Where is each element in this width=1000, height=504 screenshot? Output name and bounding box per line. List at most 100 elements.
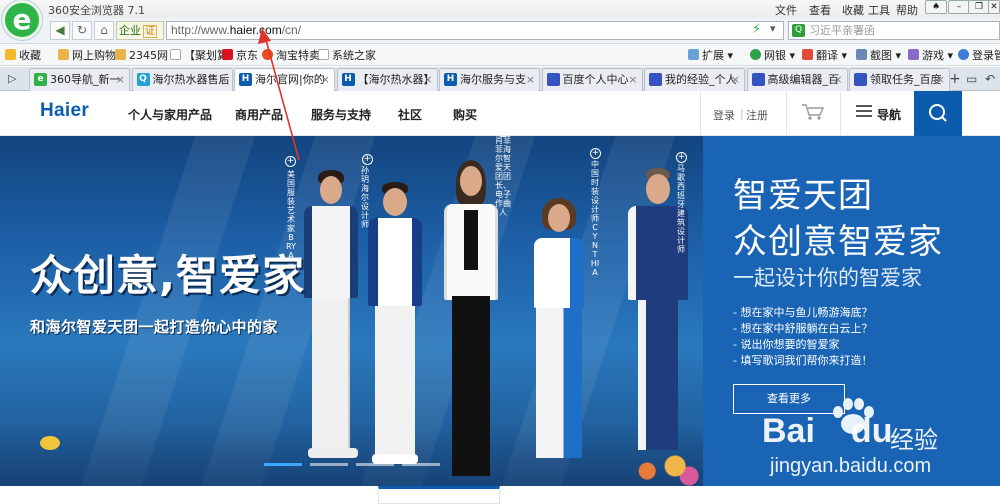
slide-dot-4[interactable] [402, 463, 440, 466]
sidebar-toggle-icon[interactable]: ▷ [8, 72, 16, 85]
person-cynthia [528, 186, 590, 486]
baidu-watermark: Bai du [762, 412, 892, 451]
maximize-icon[interactable]: ❐ [968, 0, 990, 14]
menu-tools[interactable]: 工具 [868, 2, 890, 18]
app-title: 360安全浏览器 7.1 [48, 4, 145, 17]
url-input[interactable]: http://www.haier.com/cn/ [166, 21, 784, 40]
home-icon[interactable]: ⌂ [94, 21, 114, 40]
panel-subtitle: 一起设计你的智爱家 [733, 266, 922, 290]
new-tab-icon[interactable]: + [949, 71, 961, 87]
menu-help[interactable]: 帮助 [896, 2, 918, 18]
tab-9[interactable]: 🐾 领取任务_百度 × [849, 68, 950, 91]
folder-icon [58, 49, 69, 60]
nav-community[interactable]: 社区 [398, 106, 422, 123]
page-icon [170, 49, 181, 60]
tab-8[interactable]: 🐾 高级编辑器_百 × [746, 68, 848, 91]
fav-2345[interactable]: 2345网 [115, 47, 168, 63]
site-search-button[interactable] [914, 91, 962, 136]
gamepad-icon [908, 49, 919, 60]
tab-label: 我的经验_个人 [665, 73, 737, 86]
dropdown-icon[interactable]: ▾ [770, 22, 776, 35]
slide-dot-1[interactable] [264, 463, 302, 466]
nav-service-support[interactable]: 服务与支持 [311, 106, 371, 123]
tab-close-icon[interactable]: × [833, 69, 842, 90]
fav-collect[interactable]: 收藏 [5, 47, 41, 63]
tab-close-icon[interactable]: × [628, 69, 637, 90]
fav-translate[interactable]: 翻译 ▾ [802, 47, 847, 63]
lightning-icon[interactable]: ⚡ [752, 22, 761, 37]
undo-close-icon[interactable]: ↶ [985, 72, 995, 86]
nav-buy[interactable]: 购买 [453, 106, 477, 123]
fav-shopping[interactable]: 网上购物 [58, 47, 116, 63]
star-icon [5, 49, 16, 60]
plus-icon[interactable]: + [590, 148, 601, 159]
tab-3[interactable]: H 海尔官网|你的 × [234, 68, 335, 92]
slide-dot-3[interactable] [356, 463, 394, 466]
enterprise-label: 企业 [119, 24, 141, 37]
bottom-tab[interactable] [378, 486, 500, 504]
plus-icon[interactable]: + [676, 152, 687, 163]
search-engine-icon[interactable]: Q [792, 24, 805, 37]
refresh-icon[interactable]: ↻ [72, 21, 92, 40]
menu-lines-icon[interactable] [856, 104, 872, 118]
search-placeholder: 习近平亲署函 [809, 24, 875, 37]
tab-2[interactable]: Q 海尔热水器售后 × [131, 68, 233, 91]
fav-games[interactable]: 游戏 ▾ [908, 47, 953, 63]
nav-commercial[interactable]: 商用产品 [235, 106, 283, 123]
puzzle-icon [688, 49, 699, 60]
restore-tab-icon[interactable]: ▭ [966, 72, 977, 86]
tab-favicon-icon: 🐾 [854, 73, 867, 86]
search-icon [929, 104, 947, 122]
nav-home-products[interactable]: 个人与家用产品 [128, 106, 212, 123]
fav-jd[interactable]: 京东 [222, 47, 258, 63]
fav-taobao[interactable]: 淘宝特卖 [262, 47, 320, 63]
tab-favicon-icon: e [34, 73, 47, 86]
haier-logo[interactable]: Haier [40, 100, 89, 122]
coral-decoration [610, 436, 703, 486]
tab-close-icon[interactable]: × [731, 69, 740, 90]
plus-icon[interactable]: + [362, 154, 373, 165]
fav-label: 淘宝特卖 [276, 49, 320, 62]
browser-logo: e [2, 0, 42, 40]
login-link[interactable]: 登录 [713, 107, 735, 123]
slide-dot-2[interactable] [310, 463, 348, 466]
fav-juhuasuan[interactable]: 【聚划算 [170, 47, 228, 63]
fav-extensions[interactable]: 扩展 ▾ [688, 47, 733, 63]
guide-link[interactable]: 导航 [877, 106, 901, 123]
fav-system-home[interactable]: 系统之家 [318, 47, 376, 63]
register-link[interactable]: 注册 [746, 107, 768, 123]
tab-close-icon[interactable]: × [526, 69, 535, 90]
enterprise-cert-badge[interactable]: 企业证 [116, 21, 164, 40]
minimize-icon[interactable]: – [948, 0, 970, 14]
plus-icon[interactable]: + [497, 126, 508, 137]
tab-favicon-icon: 🐾 [649, 73, 662, 86]
skin-icon[interactable]: ♠ [925, 0, 947, 14]
baidu-brand: Bai [762, 412, 815, 450]
tab-close-icon[interactable]: × [936, 69, 945, 90]
person-label-4: 中国时装设计师CYNTHIA [590, 160, 600, 277]
tab-close-icon[interactable]: × [321, 69, 330, 90]
back-icon[interactable]: ◀ [50, 21, 70, 40]
tab-close-icon[interactable]: × [423, 69, 432, 90]
cart-icon[interactable] [800, 102, 826, 122]
tab-4[interactable]: H 【海尔热水器】 × [336, 68, 438, 91]
tab-7[interactable]: 🐾 我的经验_个人 × [644, 68, 745, 91]
tab-6[interactable]: 🐾 百度个人中心 × [541, 68, 643, 91]
tab-close-icon[interactable]: × [218, 69, 227, 90]
tab-1[interactable]: e 360导航_新一 × [29, 68, 130, 91]
url-domain: haier.com [229, 23, 282, 37]
menu-favorites[interactable]: 收藏 [842, 2, 864, 18]
tab-label: 海尔官网|你的 [255, 73, 325, 86]
fav-label: 游戏 [922, 49, 944, 62]
search-input[interactable]: Q 习近平亲署函 [788, 21, 1000, 40]
tab-favicon-icon: 🐾 [751, 73, 765, 86]
tab-5[interactable]: H 海尔服务与支 × [439, 68, 540, 91]
fav-bank[interactable]: 网银 ▾ [750, 47, 795, 63]
close-window-icon[interactable]: ✕ [988, 0, 1000, 14]
menu-file[interactable]: 文件 [775, 2, 797, 18]
fav-screenshot[interactable]: 截图 ▾ [856, 47, 901, 63]
tab-close-icon[interactable]: × [116, 69, 125, 90]
plus-icon[interactable]: + [285, 156, 296, 167]
fav-login-manager[interactable]: 登录管家 [958, 47, 1000, 63]
menu-view[interactable]: 查看 [809, 2, 831, 18]
